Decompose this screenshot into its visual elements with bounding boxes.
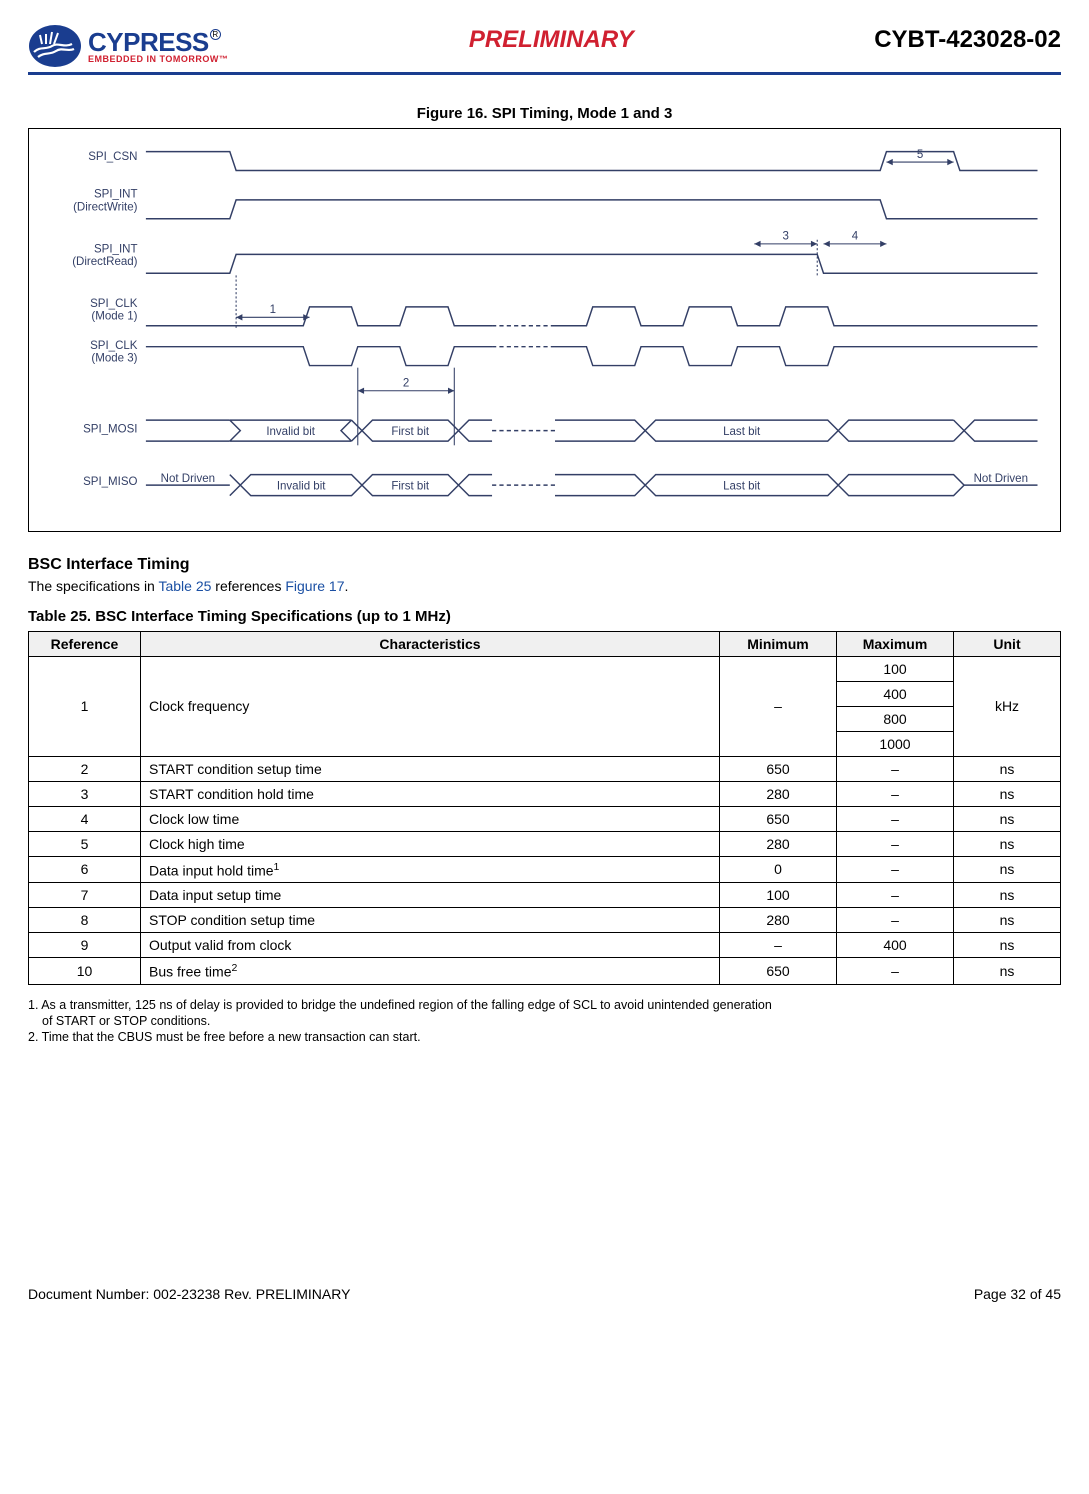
svg-text:(DirectWrite): (DirectWrite) [73, 201, 138, 213]
table-row: 3START condition hold time280–ns [29, 781, 1061, 806]
svg-text:5: 5 [917, 149, 923, 161]
label-spi-miso: SPI_MISO [83, 476, 137, 488]
document-number: Document Number: 002-23238 Rev. PRELIMIN… [28, 1286, 350, 1302]
svg-text:(Mode 1): (Mode 1) [91, 310, 137, 322]
table-row: 6Data input hold time10–ns [29, 856, 1061, 883]
svg-text:First bit: First bit [391, 426, 430, 438]
table-notes: 1. As a transmitter, 125 ns of delay is … [28, 997, 1061, 1046]
label-spi-int-dr: SPI_INT [94, 243, 138, 255]
table-header-row: Reference Characteristics Minimum Maximu… [29, 631, 1061, 656]
table-row: 9Output valid from clock–400ns [29, 933, 1061, 958]
brand-name: CYPRESS [88, 27, 209, 57]
page-footer: Document Number: 002-23238 Rev. PRELIMIN… [28, 1286, 1061, 1302]
table-row: 7Data input setup time100–ns [29, 883, 1061, 908]
registered-icon: R [210, 29, 221, 40]
svg-text:4: 4 [852, 231, 859, 243]
brand-tagline: EMBEDDED IN TOMORROW™ [88, 55, 228, 64]
svg-text:2: 2 [403, 378, 409, 390]
svg-text:3: 3 [783, 231, 789, 243]
svg-text:Not Driven: Not Driven [161, 473, 215, 485]
table25-caption: Table 25. BSC Interface Timing Specifica… [28, 608, 1061, 625]
th-maximum: Maximum [837, 631, 954, 656]
label-spi-csn: SPI_CSN [88, 151, 137, 163]
logo-icon [28, 24, 82, 68]
label-spi-clk1: SPI_CLK [90, 298, 138, 310]
logo-text: CYPRESSR EMBEDDED IN TOMORROW™ [88, 29, 228, 64]
table-row: 10Bus free time2650–ns [29, 958, 1061, 985]
section-heading: BSC Interface Timing [28, 556, 1061, 574]
note-1-line2: of START or STOP conditions. [28, 1013, 1061, 1029]
figure16-diagram: SPI_CSN SPI_INT (DirectWrite) SPI_INT (D… [28, 128, 1061, 532]
th-unit: Unit [954, 631, 1061, 656]
th-minimum: Minimum [720, 631, 837, 656]
svg-text:Last bit: Last bit [723, 480, 761, 492]
note-1-line1: 1. As a transmitter, 125 ns of delay is … [28, 997, 1061, 1013]
svg-text:First bit: First bit [391, 480, 430, 492]
svg-text:Last bit: Last bit [723, 426, 761, 438]
logo-block: CYPRESSR EMBEDDED IN TOMORROW™ [28, 24, 228, 68]
th-reference: Reference [29, 631, 141, 656]
th-characteristics: Characteristics [141, 631, 720, 656]
table25: Reference Characteristics Minimum Maximu… [28, 631, 1061, 985]
part-number: CYBT-423028-02 [874, 26, 1061, 54]
label-spi-clk3: SPI_CLK [90, 340, 138, 352]
figure16-title: Figure 16. SPI Timing, Mode 1 and 3 [28, 105, 1061, 122]
note-2: 2. Time that the CBUS must be free befor… [28, 1029, 1061, 1045]
svg-text:Not Driven: Not Driven [974, 473, 1028, 485]
svg-text:(DirectRead): (DirectRead) [72, 256, 137, 268]
page-header: CYPRESSR EMBEDDED IN TOMORROW™ PRELIMINA… [28, 24, 1061, 75]
label-spi-mosi: SPI_MOSI [83, 424, 137, 436]
label-spi-int-dw: SPI_INT [94, 189, 138, 201]
svg-text:1: 1 [270, 304, 276, 316]
xref-figure17[interactable]: Figure 17 [285, 578, 344, 594]
table-row: 1 Clock frequency – 100 kHz [29, 656, 1061, 681]
page-number: Page 32 of 45 [974, 1286, 1061, 1302]
table-row: 5Clock high time280–ns [29, 831, 1061, 856]
table-row: 8STOP condition setup time280–ns [29, 908, 1061, 933]
svg-text:(Mode 3): (Mode 3) [91, 352, 137, 364]
svg-text:Invalid bit: Invalid bit [277, 480, 326, 492]
section-intro: The specifications in Table 25 reference… [28, 578, 1061, 594]
preliminary-label: PRELIMINARY [469, 26, 634, 54]
table-row: 4Clock low time650–ns [29, 806, 1061, 831]
svg-text:Invalid bit: Invalid bit [266, 426, 315, 438]
table-row: 2START condition setup time650–ns [29, 756, 1061, 781]
xref-table25[interactable]: Table 25 [158, 578, 211, 594]
